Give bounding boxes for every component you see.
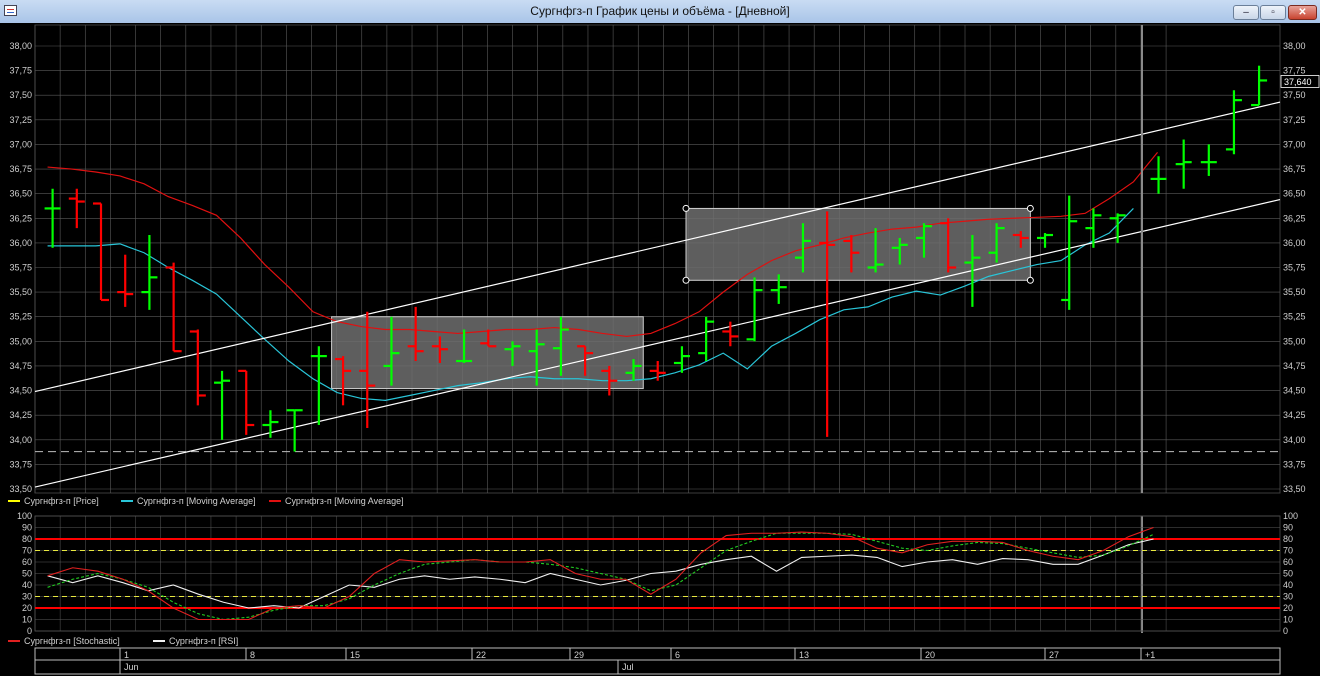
consolidation-box-june: [331, 316, 644, 390]
day-label: 1: [124, 650, 129, 660]
month-label: Jul: [622, 662, 634, 672]
price-tick-right: 34,00: [1283, 435, 1306, 445]
price-tick-left: 34,00: [9, 435, 32, 445]
chart-area[interactable]: 33,50 33,50 33,75 33,75 34,00 34,00 34,25 34,25…: [0, 23, 1320, 676]
price-tick-right: 36,00: [1283, 238, 1306, 248]
indicator-tick-left: 90: [22, 523, 32, 533]
price-tick-left: 34,25: [9, 410, 32, 420]
window-title: Сургнфгз-п График цены и объёма - [Дневн…: [530, 4, 790, 18]
price-tick-left: 37,25: [9, 115, 32, 125]
price-tick-left: 36,75: [9, 164, 32, 174]
indicator-tick-right: 10: [1283, 615, 1293, 625]
price-tick-right: 37,75: [1283, 66, 1306, 76]
minimize-icon: ‒: [1243, 7, 1249, 18]
price-tick-right: 34,50: [1283, 386, 1306, 396]
indicator-tick-right: 60: [1283, 557, 1293, 567]
indicator-tick-left: 40: [22, 580, 32, 590]
price-tick-right: 34,75: [1283, 361, 1306, 371]
indicator-tick-right: 30: [1283, 592, 1293, 602]
price-tick-right: 33,75: [1283, 459, 1306, 469]
indicator-tick-right: 20: [1283, 603, 1293, 613]
legend-label: Сургнфгз-п [Price]: [24, 496, 99, 506]
legend-label: Сургнфгз-п [RSI]: [169, 636, 238, 646]
indicator-tick-left: 100: [17, 511, 32, 521]
legend-label: Сургнфгз-п [Stochastic]: [24, 636, 120, 646]
box-handle: [682, 276, 690, 284]
price-tick-left: 36,25: [9, 213, 32, 223]
title-bar: Сургнфгз-п График цены и объёма - [Дневн…: [0, 0, 1320, 24]
indicator-tick-right: 70: [1283, 546, 1293, 556]
indicator-tick-right: 80: [1283, 534, 1293, 544]
day-label: 13: [799, 650, 809, 660]
indicator-tick-right: 40: [1283, 580, 1293, 590]
indicator-tick-left: 80: [22, 534, 32, 544]
price-tick-right: 35,00: [1283, 336, 1306, 346]
price-tick-right: 35,75: [1283, 263, 1306, 273]
price-tick-left: 36,00: [9, 238, 32, 248]
price-tick-left: 35,00: [9, 336, 32, 346]
indicator-tick-left: 60: [22, 557, 32, 567]
day-label: 22: [476, 650, 486, 660]
box-handle: [1026, 204, 1034, 212]
price-tick-left: 33,50: [9, 484, 32, 494]
time-axis-frame: [34, 647, 1281, 675]
price-tick-left: 33,75: [9, 459, 32, 469]
day-label: +1: [1145, 650, 1155, 660]
indicator-tick-left: 20: [22, 603, 32, 613]
price-tick-right: 35,50: [1283, 287, 1306, 297]
time-axis: 1 8 15 22 29 6 13 20 27 +1 Jun Jul: [34, 647, 1281, 675]
legend-label: Сургнфгз-п [Moving Average]: [137, 496, 256, 506]
price-tick-left: 34,50: [9, 386, 32, 396]
price-tick-right: 35,25: [1283, 312, 1306, 322]
price-tick-left: 35,50: [9, 287, 32, 297]
day-label: 29: [574, 650, 584, 660]
day-label: 27: [1049, 650, 1059, 660]
price-tick-right: 34,25: [1283, 410, 1306, 420]
price-tick-right: 33,50: [1283, 484, 1306, 494]
price-tick-left: 36,50: [9, 189, 32, 199]
price-tick-right: 36,50: [1283, 189, 1306, 199]
price-tick-left: 37,00: [9, 139, 32, 149]
day-label: 8: [250, 650, 255, 660]
price-tick-left: 38,00: [9, 41, 32, 51]
price-tick-right: 38,00: [1283, 41, 1306, 51]
month-label: Jun: [124, 662, 139, 672]
legend-label: Сургнфгз-п [Moving Average]: [285, 496, 404, 506]
day-label: 6: [675, 650, 680, 660]
current-price-label: 37,640: [1284, 77, 1312, 87]
day-label: 20: [925, 650, 935, 660]
price-tick-left: 34,75: [9, 361, 32, 371]
day-label: 15: [350, 650, 360, 660]
indicator-tick-left: 10: [22, 615, 32, 625]
price-tick-left: 37,50: [9, 90, 32, 100]
minimize-button[interactable]: ‒: [1233, 5, 1259, 20]
maximize-button[interactable]: ▫: [1260, 5, 1286, 20]
close-button[interactable]: ✕: [1288, 5, 1317, 20]
price-tick-left: 37,75: [9, 66, 32, 76]
price-tick-right: 37,00: [1283, 139, 1306, 149]
indicator-tick-left: 30: [22, 592, 32, 602]
price-tick-left: 35,75: [9, 263, 32, 273]
indicator-tick-right: 50: [1283, 569, 1293, 579]
indicator-tick-right: 90: [1283, 523, 1293, 533]
indicator-tick-right: 0: [1283, 626, 1288, 636]
maximize-icon: ▫: [1271, 7, 1275, 18]
price-tick-right: 37,25: [1283, 115, 1306, 125]
indicator-tick-left: 50: [22, 569, 32, 579]
indicator-tick-left: 0: [27, 626, 32, 636]
price-tick-right: 36,75: [1283, 164, 1306, 174]
price-tick-left: 35,25: [9, 312, 32, 322]
price-tick-right: 36,25: [1283, 213, 1306, 223]
price-tick-right: 37,50: [1283, 90, 1306, 100]
indicator-tick-right: 100: [1283, 511, 1298, 521]
box-handle: [1026, 276, 1034, 284]
indicator-tick-left: 70: [22, 546, 32, 556]
close-icon: ✕: [1298, 7, 1307, 18]
box-handle: [682, 204, 690, 212]
